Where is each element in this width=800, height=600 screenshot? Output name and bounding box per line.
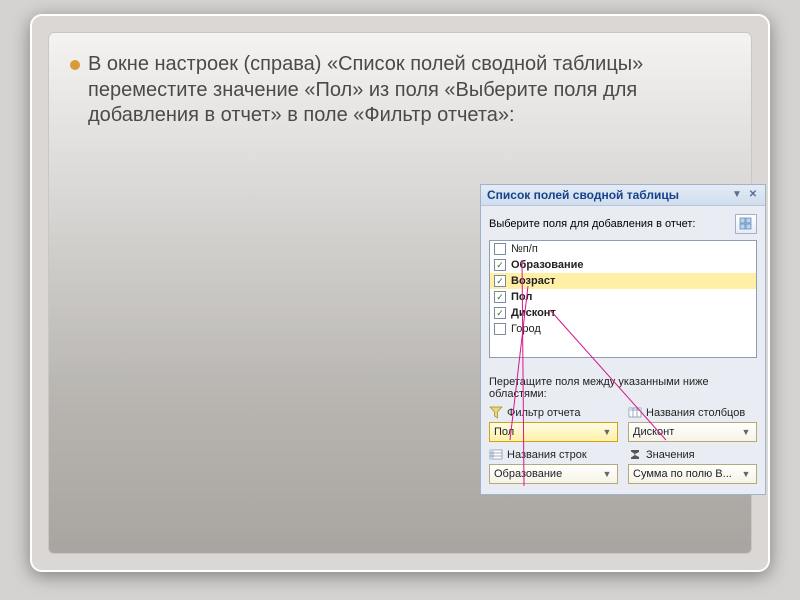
rows-icon xyxy=(489,448,503,461)
pivot-field-list-pane: Список полей сводной таблицы ▼ ✕ Выберит… xyxy=(480,184,766,495)
checkbox[interactable] xyxy=(494,243,506,255)
zone-row-labels-title: Названия строк xyxy=(507,449,587,461)
checkbox[interactable]: ✓ xyxy=(494,291,506,303)
zone-column-labels: Названия столбцов Дисконт ▼ xyxy=(628,406,757,442)
zone-report-filter-title: Фильтр отчета xyxy=(507,407,580,419)
chevron-down-icon[interactable]: ▼ xyxy=(601,427,613,437)
field-item[interactable]: №п/п xyxy=(490,241,756,257)
field-label: №п/п xyxy=(511,243,538,255)
zone-values-item[interactable]: Сумма по полю В... ▼ xyxy=(628,464,757,484)
field-label: Город xyxy=(511,323,541,335)
zone-row-labels-item[interactable]: Образование ▼ xyxy=(489,464,618,484)
slide-panel: В окне настроек (справа) «Список полей с… xyxy=(48,32,752,554)
field-label: Возраст xyxy=(511,275,555,287)
zone-column-labels-title: Названия столбцов xyxy=(646,407,745,419)
field-item[interactable]: ✓ Образование xyxy=(490,257,756,273)
zone-values-value: Сумма по полю В... xyxy=(633,468,740,480)
field-item[interactable]: ✓ Дисконт xyxy=(490,305,756,321)
chevron-down-icon[interactable]: ▼ xyxy=(740,469,752,479)
checkbox[interactable]: ✓ xyxy=(494,307,506,319)
choose-fields-label: Выберите поля для добавления в отчет: xyxy=(489,218,735,230)
dropdown-icon[interactable]: ▼ xyxy=(731,189,743,201)
drag-instruction: Перетащите поля между указанными ниже об… xyxy=(481,358,765,406)
funnel-icon xyxy=(489,406,503,419)
zone-report-filter-item[interactable]: Пол ▼ xyxy=(489,422,618,442)
zone-row-labels-value: Образование xyxy=(494,468,601,480)
drop-zones: Фильтр отчета Пол ▼ xyxy=(481,406,765,494)
zone-report-filter: Фильтр отчета Пол ▼ xyxy=(489,406,618,442)
chevron-down-icon[interactable]: ▼ xyxy=(601,469,613,479)
field-label: Пол xyxy=(511,291,532,303)
checkbox[interactable] xyxy=(494,323,506,335)
layout-icon xyxy=(739,217,753,231)
sigma-icon xyxy=(628,448,642,461)
field-list[interactable]: №п/п ✓ Образование ✓ Возраст ✓ Пол ✓ Дисконт Горо… xyxy=(489,240,757,358)
field-item[interactable]: ✓ Пол xyxy=(490,289,756,305)
close-icon[interactable]: ✕ xyxy=(747,189,759,201)
zone-column-labels-item[interactable]: Дисконт ▼ xyxy=(628,422,757,442)
zone-column-labels-value: Дисконт xyxy=(633,426,740,438)
columns-icon xyxy=(628,406,642,419)
bullet-icon xyxy=(70,60,80,70)
zone-row-labels: Названия строк Образование ▼ xyxy=(489,448,618,484)
zone-values: Значения Сумма по полю В... ▼ xyxy=(628,448,757,484)
choose-fields-row: Выберите поля для добавления в отчет: xyxy=(481,206,765,240)
instruction-text: В окне настроек (справа) «Список полей с… xyxy=(88,52,728,129)
field-label: Образование xyxy=(511,259,584,271)
zone-report-filter-value: Пол xyxy=(494,426,601,438)
chevron-down-icon[interactable]: ▼ xyxy=(740,427,752,437)
field-label: Дисконт xyxy=(511,307,556,319)
pane-title: Список полей сводной таблицы xyxy=(487,188,679,202)
checkbox[interactable]: ✓ xyxy=(494,275,506,287)
checkbox[interactable]: ✓ xyxy=(494,259,506,271)
layout-options-button[interactable] xyxy=(735,214,757,234)
field-item[interactable]: ✓ Возраст xyxy=(490,273,756,289)
pane-title-bar: Список полей сводной таблицы ▼ ✕ xyxy=(481,185,765,206)
field-item[interactable]: Город xyxy=(490,321,756,337)
slide-frame: В окне настроек (справа) «Список полей с… xyxy=(30,14,770,572)
bullet-block: В окне настроек (справа) «Список полей с… xyxy=(70,52,730,129)
zone-values-title: Значения xyxy=(646,449,695,461)
